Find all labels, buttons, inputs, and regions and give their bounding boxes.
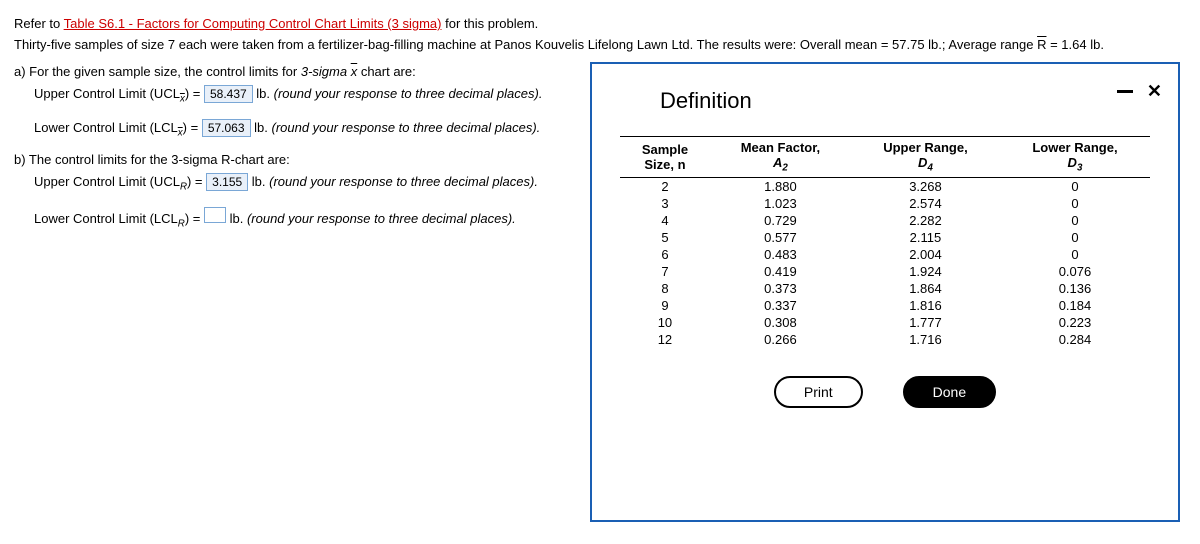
col-a2: Mean Factor,A2 <box>710 137 851 178</box>
ucl-xbar-input[interactable]: 58.437 <box>204 85 253 103</box>
lcl-xbar-input[interactable]: 57.063 <box>202 119 251 137</box>
col-n: SampleSize, n <box>620 137 710 178</box>
col-d4: Upper Range,D4 <box>851 137 1000 178</box>
col-d3: Lower Range,D3 <box>1000 137 1150 178</box>
table-row: 90.3371.8160.184 <box>620 297 1150 314</box>
definition-popup: ✕ Definition SampleSize, n Mean Factor,A… <box>590 62 1180 522</box>
print-button[interactable]: Print <box>774 376 863 408</box>
table-row: 120.2661.7160.284 <box>620 331 1150 348</box>
table-row: 80.3731.8640.136 <box>620 280 1150 297</box>
table-row: 100.3081.7770.223 <box>620 314 1150 331</box>
factors-table: SampleSize, n Mean Factor,A2 Upper Range… <box>620 136 1150 348</box>
reference-line: Refer to Table S6.1 - Factors for Comput… <box>14 16 1186 31</box>
table-row: 40.7292.2820 <box>620 212 1150 229</box>
table-row: 70.4191.9240.076 <box>620 263 1150 280</box>
table-link[interactable]: Table S6.1 - Factors for Computing Contr… <box>64 16 442 31</box>
done-button[interactable]: Done <box>903 376 996 408</box>
lcl-r-input[interactable] <box>204 207 226 223</box>
table-row: 50.5772.1150 <box>620 229 1150 246</box>
table-row: 60.4832.0040 <box>620 246 1150 263</box>
table-row: 21.8803.2680 <box>620 177 1150 195</box>
r-sub: R <box>180 182 187 193</box>
close-icon[interactable]: ✕ <box>1147 84 1162 98</box>
minimize-icon[interactable] <box>1117 90 1133 93</box>
popup-title: Definition <box>660 88 1150 114</box>
r-sub: R <box>178 218 185 229</box>
scenario-line: Thirty-five samples of size 7 each were … <box>14 37 1186 52</box>
table-row: 31.0232.5740 <box>620 195 1150 212</box>
ucl-r-input[interactable]: 3.155 <box>206 173 248 191</box>
